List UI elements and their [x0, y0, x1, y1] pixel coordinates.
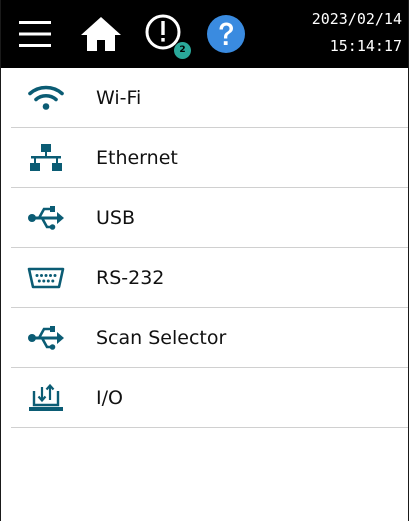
usb-icon [25, 322, 67, 354]
alert-count-badge: 2 [174, 42, 191, 59]
menu-item-label: Scan Selector [96, 326, 227, 349]
ethernet-network-icon [25, 142, 67, 174]
date-text: 2023/02/14 [311, 10, 402, 28]
home-icon [81, 17, 121, 51]
menu-item-scan-selector[interactable]: Scan Selector [11, 308, 408, 368]
serial-port-icon [25, 262, 67, 294]
menu-item-label: I/O [96, 386, 123, 409]
usb-icon [25, 202, 67, 234]
top-bar: 2 2023/02/14 15:14:17 [1, 0, 408, 68]
menu-item-label: Ethernet [96, 146, 178, 169]
menu-item-io[interactable]: I/O [11, 368, 408, 428]
menu-item-label: Wi-Fi [96, 86, 142, 109]
menu-item-wifi[interactable]: Wi-Fi [11, 68, 408, 128]
time-text: 15:14:17 [329, 37, 402, 55]
home-button[interactable] [77, 12, 125, 56]
menu-item-ethernet[interactable]: Ethernet [11, 128, 408, 188]
settings-menu-list: Wi-Fi Ethernet USB RS-232 Scan Selector … [11, 68, 408, 428]
wifi-icon [25, 82, 67, 114]
menu-button[interactable] [15, 14, 55, 54]
settings-screen: 2 2023/02/14 15:14:17 Wi-Fi Ethernet USB… [0, 0, 409, 521]
menu-item-label: RS-232 [96, 266, 165, 289]
io-icon [25, 382, 67, 414]
help-question-icon [207, 15, 245, 53]
hamburger-menu-icon [19, 21, 51, 47]
menu-item-rs232[interactable]: RS-232 [11, 248, 408, 308]
help-button[interactable] [205, 13, 247, 55]
date-time-display: 2023/02/14 15:14:17 [312, 6, 402, 60]
menu-item-usb[interactable]: USB [11, 188, 408, 248]
menu-item-label: USB [96, 206, 136, 229]
